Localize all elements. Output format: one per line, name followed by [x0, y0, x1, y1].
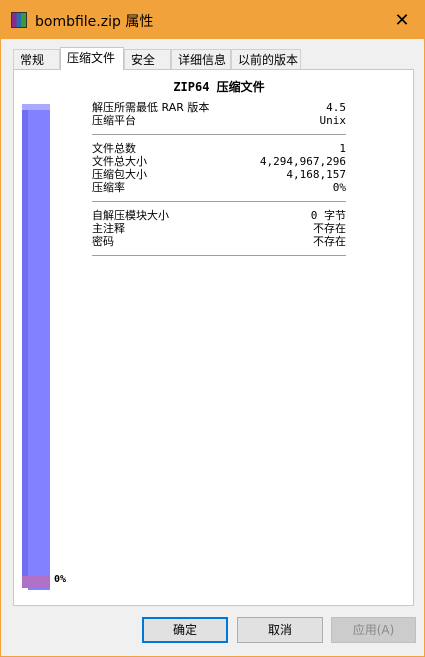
ratio-bar-fill [22, 576, 50, 588]
info-row: 压缩率 0% [92, 181, 346, 194]
info-label: 主注释 [92, 222, 125, 235]
apply-button[interactable]: 应用(A) [331, 617, 416, 643]
info-value: 不存在 [313, 235, 346, 248]
winrar-archive-icon [11, 12, 27, 28]
info-label: 自解压模块大小 [92, 209, 169, 222]
info-row: 解压所需最低 RAR 版本 4.5 [92, 101, 346, 114]
info-row: 密码 不存在 [92, 235, 346, 248]
info-value: 4,294,967,296 [259, 155, 346, 168]
title-bar[interactable]: bombfile.zip 属性 ✕ [1, 1, 424, 39]
info-row: 主注释 不存在 [92, 222, 346, 235]
info-value: 0% [332, 181, 346, 194]
info-row: 压缩包大小 4,168,157 [92, 168, 346, 181]
divider [92, 134, 346, 135]
info-value: 4,168,157 [286, 168, 346, 181]
ratio-bar [28, 110, 50, 590]
ok-button[interactable]: 确定 [142, 617, 228, 643]
properties-window: bombfile.zip 属性 ✕ 常规 压缩文件 安全 详细信息 以前的版本 … [0, 0, 425, 657]
info-label: 文件总数 [92, 142, 136, 155]
ratio-bar-top [22, 104, 50, 110]
tab-previous-versions[interactable]: 以前的版本 [231, 49, 301, 69]
info-label: 压缩包大小 [92, 168, 147, 181]
cancel-button[interactable]: 取消 [237, 617, 323, 643]
info-row: 自解压模块大小 0 字节 [92, 209, 346, 222]
tab-general[interactable]: 常规 [13, 49, 60, 69]
divider [92, 201, 346, 202]
archive-tab-panel: 0% ZIP64 压缩文件 解压所需最低 RAR 版本 4.5 压缩平台 Uni… [13, 69, 414, 606]
info-label: 密码 [92, 235, 114, 248]
info-value: 4.5 [326, 101, 346, 114]
info-value: Unix [319, 114, 347, 127]
info-value: 不存在 [313, 222, 346, 235]
ratio-bar-label: 0% [54, 574, 67, 585]
info-label: 解压所需最低 RAR 版本 [92, 101, 210, 114]
info-row: 压缩平台 Unix [92, 114, 346, 127]
info-row: 文件总大小 4,294,967,296 [92, 155, 346, 168]
close-button[interactable]: ✕ [380, 1, 424, 39]
info-label: 压缩平台 [92, 114, 136, 127]
tab-archive[interactable]: 压缩文件 [60, 47, 124, 70]
info-label: 压缩率 [92, 181, 125, 194]
tab-security[interactable]: 安全 [124, 49, 171, 69]
info-value: 1 [339, 142, 346, 155]
divider [92, 255, 346, 256]
archive-info: ZIP64 压缩文件 解压所需最低 RAR 版本 4.5 压缩平台 Unix 文… [92, 78, 346, 263]
archive-type-heading: ZIP64 压缩文件 [173, 80, 265, 94]
close-icon: ✕ [394, 9, 410, 31]
info-value: 0 字节 [310, 209, 346, 222]
info-label: 文件总大小 [92, 155, 147, 168]
tab-details[interactable]: 详细信息 [171, 49, 231, 69]
info-row: 文件总数 1 [92, 142, 346, 155]
window-title: bombfile.zip 属性 [35, 14, 154, 30]
